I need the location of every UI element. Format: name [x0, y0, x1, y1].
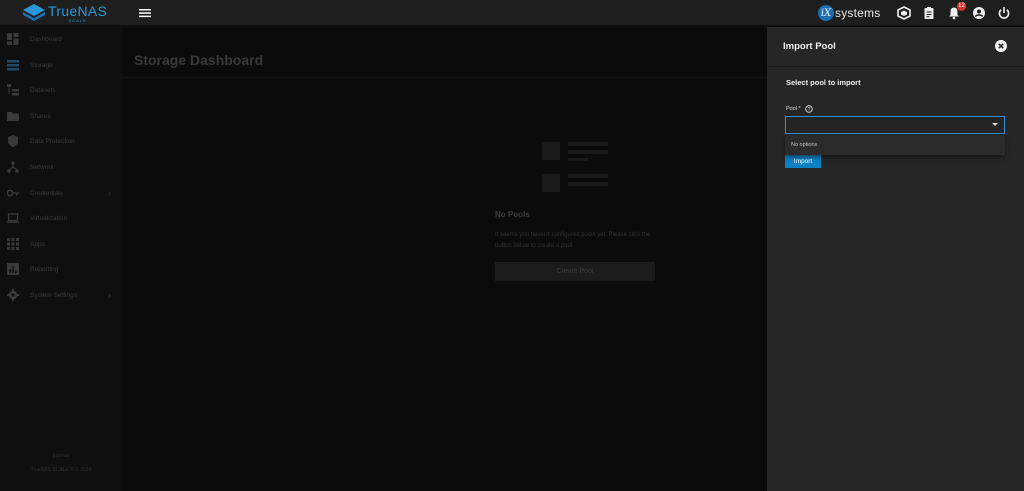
import-pool-panel: Import Pool Select pool to import Pool *…	[767, 27, 1024, 491]
sidebar-item-apps[interactable]: Apps	[0, 232, 122, 256]
sidebar-item-label: Storage	[30, 61, 53, 69]
empty-pools-icon	[542, 142, 608, 192]
sidebar-version[interactable]: TrueNAS SCALE ® © 2024	[0, 467, 122, 473]
import-button[interactable]: Import	[785, 155, 821, 168]
chevron-right-icon: ›	[108, 290, 111, 300]
divider	[767, 66, 1024, 67]
sidebar-item-dashboard[interactable]: Dashboard	[0, 27, 122, 51]
pool-label-text: Pool *	[786, 106, 801, 112]
dashboard-icon	[7, 33, 19, 45]
pool-select[interactable]	[785, 116, 1005, 134]
truenas-logo-icon	[23, 4, 45, 21]
sidebar-item-label: Dashboard	[30, 35, 62, 43]
pool-field-label: Pool * ?	[786, 105, 813, 113]
sidebar-item-label: System Settings	[30, 291, 77, 299]
sidebar-item-label: Network	[30, 163, 54, 171]
page-title: Storage Dashboard	[134, 52, 264, 68]
main-content: Storage Dashboard No Pools It seems you …	[122, 27, 767, 491]
section-title: Select pool to import	[786, 78, 861, 87]
sidebar-item-system-settings[interactable]: System Settings ›	[0, 283, 122, 307]
dropdown-option: No options	[791, 142, 818, 148]
empty-state-title: No Pools	[495, 210, 530, 219]
sidebar-item-reporting[interactable]: Reporting	[0, 257, 122, 281]
create-pool-button[interactable]: Create Pool	[495, 262, 655, 281]
notification-count-badge: 12	[957, 2, 966, 11]
truenas-logo[interactable]: TrueNAS SCALE	[22, 3, 107, 23]
panel-header: Import Pool	[767, 27, 1024, 67]
svg-text:?: ?	[807, 107, 810, 113]
divider	[122, 77, 767, 78]
menu-icon[interactable]	[139, 8, 151, 18]
close-icon[interactable]	[995, 40, 1007, 52]
pool-dropdown: No options	[785, 135, 1005, 155]
gear-icon	[7, 289, 19, 301]
sidebar-item-virtualization[interactable]: Virtualization	[0, 206, 122, 230]
chevron-right-icon: ›	[108, 188, 111, 198]
ix-badge: iX	[818, 5, 834, 21]
sidebar-item-data-protection[interactable]: Data Protection	[0, 129, 122, 153]
caret-down-icon	[992, 123, 998, 126]
truecommand-icon[interactable]	[897, 6, 911, 20]
sidebar-item-datasets[interactable]: Datasets	[0, 78, 122, 102]
sidebar-item-label: Virtualization	[30, 214, 68, 222]
help-icon[interactable]: ?	[804, 105, 813, 113]
sidebar-item-storage[interactable]: Storage	[0, 53, 122, 77]
sidebar-item-network[interactable]: Network	[0, 155, 122, 179]
apps-icon	[7, 238, 19, 250]
sidebar: Dashboard Storage Datasets Shares Data P…	[0, 27, 122, 491]
key-icon	[7, 189, 19, 197]
sidebar-item-label: Shares	[30, 112, 51, 120]
sidebar-item-label: Data Protection	[30, 137, 75, 145]
sidebar-item-label: Datasets	[30, 86, 56, 94]
shares-icon	[7, 112, 19, 121]
sidebar-item-label: Apps	[30, 240, 45, 248]
sidebar-item-shares[interactable]: Shares	[0, 104, 122, 128]
network-icon	[7, 161, 19, 173]
ix-text: systems	[835, 6, 881, 20]
logo-name: TrueNAS	[48, 2, 108, 19]
top-bar: TrueNAS SCALE iX systems 12	[0, 0, 1024, 26]
account-icon[interactable]	[972, 6, 986, 20]
laptop-icon	[7, 213, 19, 223]
reporting-icon	[7, 263, 19, 275]
shield-icon	[8, 135, 18, 147]
ixsystems-logo[interactable]: iX systems	[818, 5, 880, 21]
sidebar-item-credentials[interactable]: Credentials ›	[0, 181, 122, 205]
sidebar-hostname: truenas	[52, 453, 70, 459]
power-icon[interactable]	[997, 6, 1011, 20]
logo-edition: SCALE	[68, 17, 87, 23]
sidebar-item-label: Credentials	[30, 189, 63, 197]
panel-title: Import Pool	[783, 41, 836, 52]
datasets-icon	[7, 84, 19, 96]
empty-state-message: It seems you haven't configured pools ye…	[495, 232, 651, 249]
storage-icon	[7, 60, 19, 71]
sidebar-item-label: Reporting	[30, 265, 59, 273]
clipboard-icon[interactable]	[922, 6, 936, 20]
